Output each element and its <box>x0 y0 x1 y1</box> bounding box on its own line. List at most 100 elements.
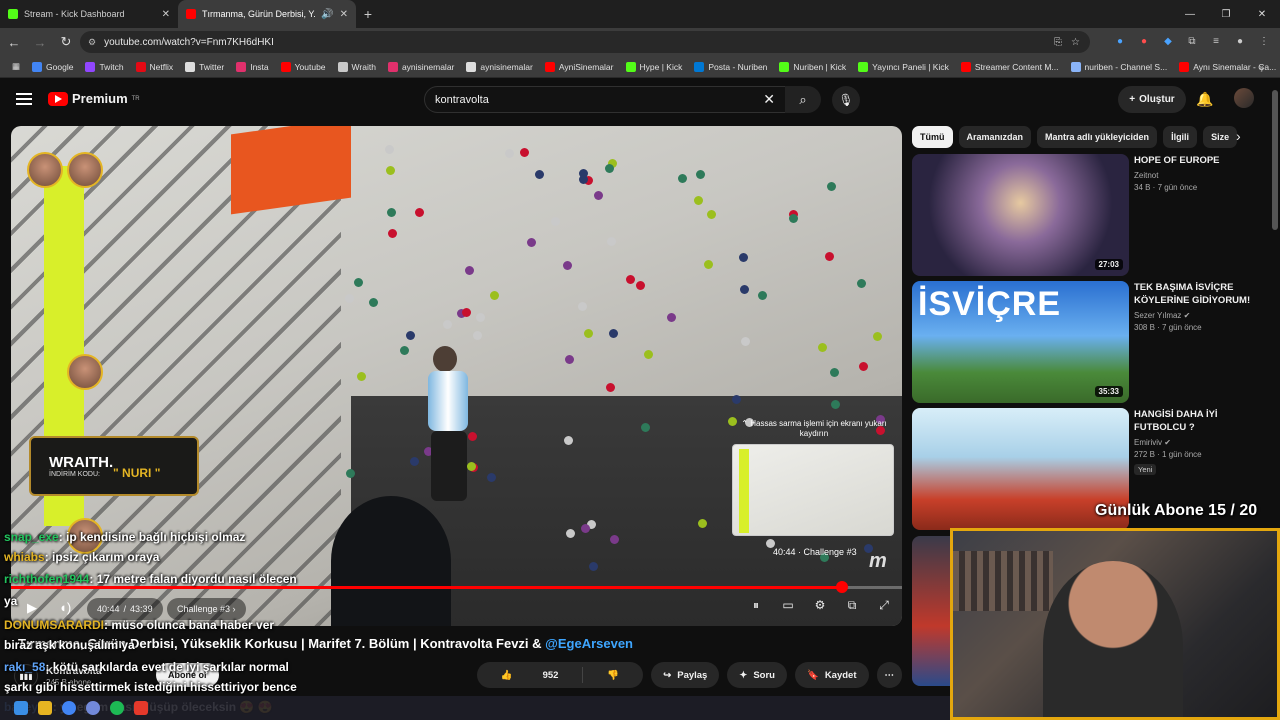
progress-bar[interactable] <box>11 581 902 593</box>
subtitles-icon[interactable]: ▭ <box>780 598 796 613</box>
bookmark-item[interactable]: AyniSinemalar <box>539 61 620 72</box>
account-avatar[interactable] <box>1234 88 1254 108</box>
taskbar-app-icon[interactable] <box>62 701 76 715</box>
bookmark-item[interactable]: Google <box>26 61 79 72</box>
recommendation-item[interactable]: 27:03 HOPE OF EUROPE Zeitnot 34 B · 7 gü… <box>912 154 1262 276</box>
browser-tab-youtube[interactable]: Tırmanma, Gürün Derbisi, Y... 🔊 ✕ <box>178 0 356 28</box>
bookmark-item[interactable]: aynisinemalar <box>382 61 460 72</box>
chat-username[interactable]: rakı_58 <box>4 660 45 674</box>
chip-filter[interactable]: Aramanızdan <box>958 126 1032 148</box>
taskbar-app-icon[interactable] <box>86 701 100 715</box>
climbing-hold <box>490 291 500 301</box>
extension-icon[interactable]: ● <box>1136 33 1152 49</box>
bookmark-label: Insta <box>250 61 269 72</box>
rec-channel[interactable]: Sezer Yılmaz ✔ <box>1134 311 1259 320</box>
thumbnail[interactable]: İSVİÇRE 35:33 <box>912 281 1129 403</box>
close-tab-icon[interactable]: ✕ <box>340 9 348 20</box>
climbing-hold <box>643 350 653 360</box>
menu-icon[interactable] <box>16 91 32 107</box>
settings-gear-icon[interactable]: ⚙ <box>812 598 828 613</box>
bookmark-favicon-icon <box>960 61 971 72</box>
speaker-icon[interactable]: 🔊 <box>321 9 333 20</box>
voice-search-button[interactable]: 🎙 <box>832 86 860 114</box>
maximize-icon[interactable]: ❐ <box>1208 0 1244 28</box>
puzzle-icon[interactable]: ⧉ <box>1184 33 1200 49</box>
taskbar-app-icon[interactable] <box>110 701 124 715</box>
rec-channel[interactable]: Emiriviv ✔ <box>1134 438 1259 447</box>
bookmark-item[interactable]: nuriben - Channel S... <box>1065 61 1174 72</box>
new-tab-button[interactable]: + <box>356 0 380 28</box>
bookmark-item[interactable]: Wraith <box>332 61 382 72</box>
search-input[interactable]: kontravolta ✕ <box>424 86 786 113</box>
youtube-logo[interactable]: Premium TR <box>48 91 140 106</box>
bookmark-star-icon[interactable]: ☆ <box>1071 37 1080 48</box>
bookmarks-overflow-icon[interactable]: » <box>1259 62 1264 72</box>
menu-dots-icon[interactable]: ⋮ <box>1256 33 1272 49</box>
chevron-right-icon[interactable]: › <box>1236 128 1241 144</box>
site-info-icon[interactable]: ⚙ <box>88 37 96 48</box>
bookmark-item[interactable]: Nuriben | Kick <box>773 61 852 72</box>
close-window-icon[interactable]: ✕ <box>1244 0 1280 28</box>
miniplayer-icon[interactable]: ⧉ <box>844 598 860 613</box>
bookmark-item[interactable]: Yayıncı Paneli | Kick <box>852 61 955 72</box>
share-button[interactable]: ↪ Paylaş <box>651 662 720 688</box>
windows-start-icon[interactable] <box>14 701 28 715</box>
rec-channel[interactable]: Zeitnot <box>1134 171 1259 180</box>
rec-title[interactable]: HANGİSİ DAHA İYİ FUTBOLCU ? <box>1134 408 1259 434</box>
recommendation-thumbnail-partial[interactable] <box>912 536 952 686</box>
browser-tab-kick[interactable]: Stream - Kick Dashboard ✕ <box>0 0 178 28</box>
chapter-button[interactable]: Challenge #3 › <box>167 598 246 620</box>
chat-username[interactable]: snap_exe <box>4 530 59 544</box>
bookmark-item[interactable]: Netflix <box>130 61 180 72</box>
chip-filter[interactable]: Size <box>1203 126 1238 148</box>
media-icon[interactable]: ≡ <box>1208 33 1224 49</box>
notifications-bell-icon[interactable]: 🔔 <box>1196 91 1213 108</box>
ask-button[interactable]: ✦ Soru <box>727 662 787 688</box>
apps-grid-icon[interactable]: ▦ <box>6 61 26 72</box>
shield-icon[interactable]: ◆ <box>1160 33 1176 49</box>
recommendation-item[interactable]: İSVİÇRE 35:33 TEK BAŞIMA İSVİÇRE KÖYLERİ… <box>912 281 1262 403</box>
page-scrollbar[interactable] <box>1272 90 1278 230</box>
rec-title[interactable]: HOPE OF EUROPE <box>1134 154 1259 167</box>
close-tab-icon[interactable]: ✕ <box>162 9 170 20</box>
bookmark-item[interactable]: Twitter <box>179 61 230 72</box>
mention-link[interactable]: @EgeArseven <box>545 636 633 651</box>
fullscreen-icon[interactable]: ⤢ <box>876 598 892 613</box>
forward-icon[interactable]: → <box>28 30 52 54</box>
taskbar-app-icon[interactable] <box>38 701 52 715</box>
rec-title[interactable]: TEK BAŞIMA İSVİÇRE KÖYLERİNE GİDİYORUM! <box>1134 281 1259 307</box>
taskbar-app-icon[interactable] <box>134 701 148 715</box>
reload-icon[interactable]: ↻ <box>54 30 78 54</box>
bookmark-item[interactable]: Insta <box>230 61 274 72</box>
dislike-button[interactable]: 👎 <box>583 662 643 688</box>
bookmark-item[interactable]: Hype | Kick <box>620 61 689 72</box>
chip-filter[interactable]: Mantra adlı yükleyiciden <box>1037 126 1158 148</box>
chip-filter[interactable]: İlgili <box>1163 126 1198 148</box>
extension-icon[interactable]: ● <box>1112 33 1128 49</box>
climbing-hold <box>562 261 572 271</box>
volume-icon[interactable]: ◖) <box>59 600 71 615</box>
like-button[interactable]: 👍 952 <box>477 662 583 688</box>
more-actions-button[interactable]: ⋯ <box>876 662 902 688</box>
chat-username[interactable]: whiabs <box>4 550 45 564</box>
bookmark-item[interactable]: Twitch <box>79 61 129 72</box>
create-button[interactable]: + Oluştur <box>1118 86 1186 113</box>
profile-avatar-icon[interactable]: ● <box>1232 33 1248 49</box>
chat-username[interactable]: DONUMSARARDI <box>4 618 104 632</box>
clear-search-icon[interactable]: ✕ <box>763 91 775 108</box>
install-icon[interactable]: ⎘ <box>1054 37 1062 48</box>
bookmark-item[interactable]: Posta - Nuriben <box>688 61 773 72</box>
save-button[interactable]: 🔖 Kaydet <box>794 662 869 688</box>
chat-username[interactable]: richthofen1944 <box>4 572 89 586</box>
bookmark-item[interactable]: aynisinemalar <box>460 61 538 72</box>
bookmark-item[interactable]: Streamer Content M... <box>955 61 1065 72</box>
autoplay-toggle-icon[interactable]: ⏸ <box>748 598 764 613</box>
chip-filter[interactable]: Tümü <box>912 126 953 148</box>
minimize-icon[interactable]: — <box>1172 0 1208 28</box>
thumbnail[interactable]: 27:03 <box>912 154 1129 276</box>
search-button[interactable]: ⌕ <box>785 86 821 113</box>
back-icon[interactable]: ← <box>2 30 26 54</box>
play-icon[interactable]: ▶ <box>27 600 37 616</box>
bookmark-item[interactable]: Youtube <box>275 61 332 72</box>
url-bar[interactable]: ⚙ youtube.com/watch?v=Fnm7KH6dHKI ⎘ ☆ <box>80 31 1090 53</box>
